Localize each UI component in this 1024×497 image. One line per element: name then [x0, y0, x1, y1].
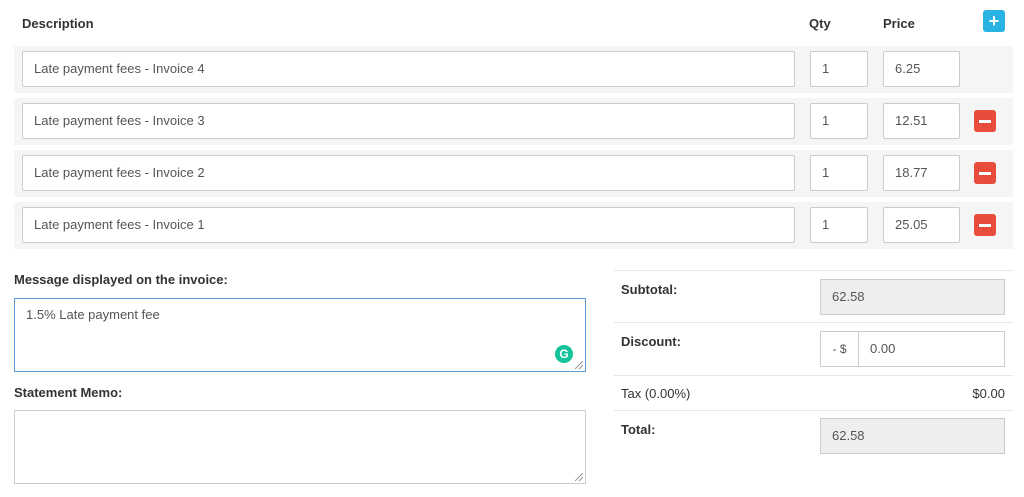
totals-divider	[614, 322, 1013, 323]
memo-textarea[interactable]	[14, 410, 586, 484]
remove-line-item-button[interactable]	[974, 214, 996, 236]
line-item-row: Late payment fees - Invoice 1 1 25.05	[14, 202, 1013, 249]
price-input[interactable]: 18.77	[883, 155, 960, 191]
tax-value: $0.00	[972, 386, 1005, 401]
plus-icon: +	[988, 11, 1000, 31]
description-input[interactable]: Late payment fees - Invoice 2	[22, 155, 795, 191]
description-input[interactable]: Late payment fees - Invoice 3	[22, 103, 795, 139]
discount-label: Discount:	[621, 334, 681, 349]
message-textarea[interactable]: 1.5% Late payment fee G	[14, 298, 586, 372]
discount-type-selector[interactable]: - $	[820, 331, 859, 367]
description-header: Description	[22, 16, 94, 31]
add-line-item-button[interactable]: +	[983, 10, 1005, 32]
totals-divider	[614, 270, 1013, 271]
qty-input[interactable]: 1	[810, 155, 868, 191]
resize-handle[interactable]	[575, 473, 583, 481]
total-value: 62.58	[820, 418, 1005, 454]
qty-input[interactable]: 1	[810, 103, 868, 139]
line-item-row: Late payment fees - Invoice 3 1 12.51	[14, 98, 1013, 145]
tax-label: Tax (0.00%)	[621, 386, 691, 401]
description-input[interactable]: Late payment fees - Invoice 1	[22, 207, 795, 243]
message-text: 1.5% Late payment fee	[26, 307, 160, 322]
subtotal-value: 62.58	[820, 279, 1005, 315]
line-item-row: Late payment fees - Invoice 2 1 18.77	[14, 150, 1013, 197]
remove-line-item-button[interactable]	[974, 110, 996, 132]
price-input[interactable]: 25.05	[883, 207, 960, 243]
qty-input[interactable]: 1	[810, 207, 868, 243]
resize-handle[interactable]	[575, 361, 583, 369]
price-input[interactable]: 6.25	[883, 51, 960, 87]
totals-divider	[614, 410, 1013, 411]
qty-header: Qty	[809, 16, 831, 31]
totals-divider	[614, 375, 1013, 376]
total-label: Total:	[621, 422, 656, 437]
description-input[interactable]: Late payment fees - Invoice 4	[22, 51, 795, 87]
remove-line-item-button[interactable]	[974, 162, 996, 184]
grammarly-icon[interactable]: G	[555, 345, 573, 363]
subtotal-label: Subtotal:	[621, 282, 678, 297]
memo-label: Statement Memo:	[14, 385, 123, 400]
line-item-row: Late payment fees - Invoice 4 1 6.25	[14, 46, 1013, 93]
message-label: Message displayed on the invoice:	[14, 272, 228, 287]
discount-input[interactable]: 0.00	[859, 331, 1005, 367]
qty-input[interactable]: 1	[810, 51, 868, 87]
price-header: Price	[883, 16, 915, 31]
price-input[interactable]: 12.51	[883, 103, 960, 139]
